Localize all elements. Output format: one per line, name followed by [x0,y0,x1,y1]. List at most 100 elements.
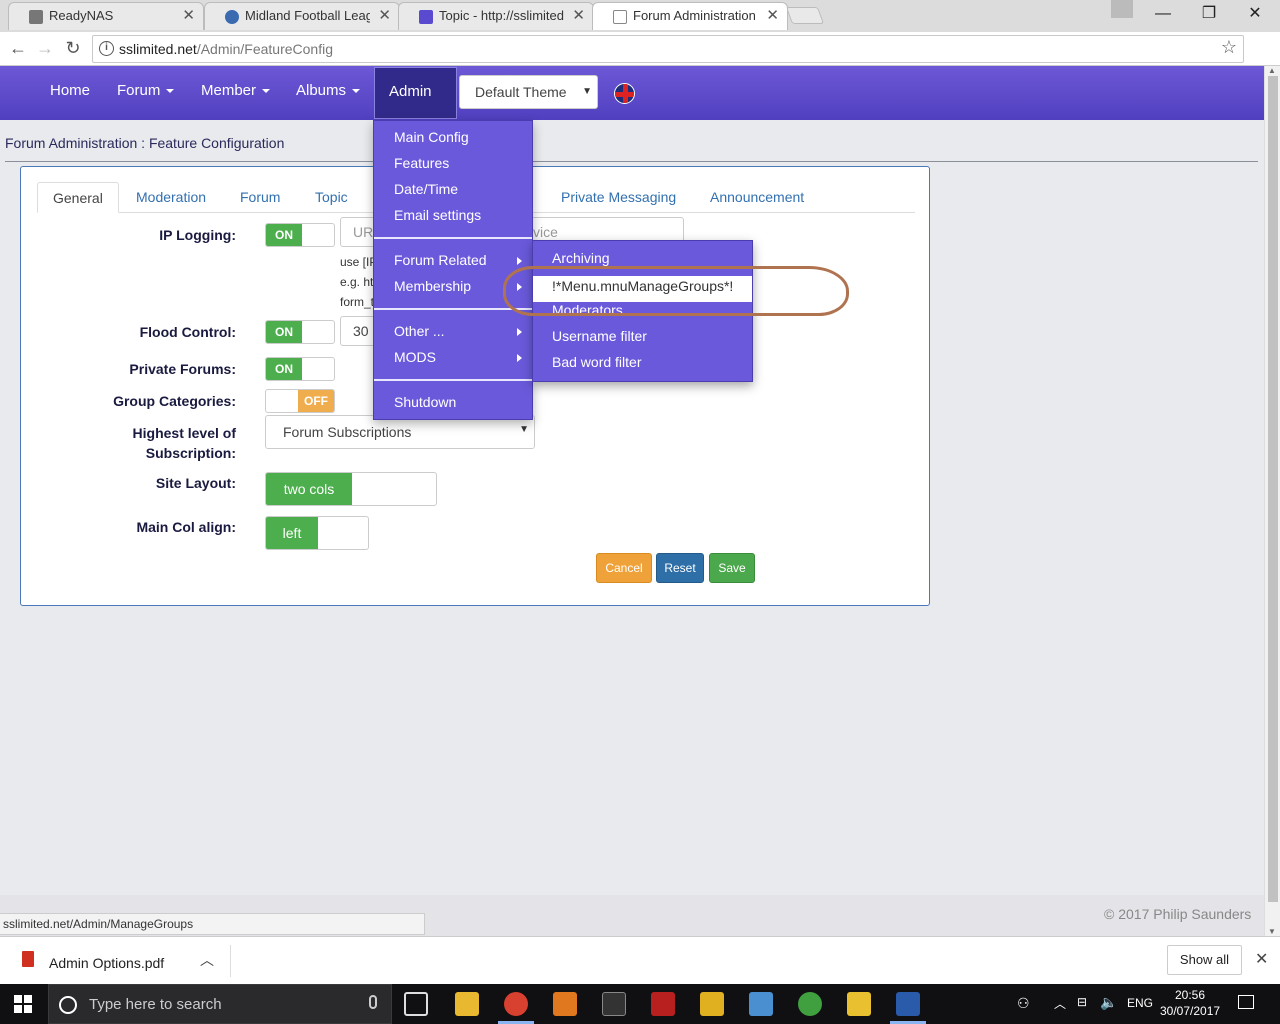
input-placeholder: vice [533,224,558,240]
app-icon[interactable] [798,992,822,1016]
forward-icon[interactable]: → [33,37,57,61]
submenu-arrow-icon [517,257,522,265]
site-layout-label: Site Layout: [155,475,236,491]
ip-logging-toggle[interactable]: ON [265,223,335,247]
menu-item-features[interactable]: Features [394,155,449,171]
nav-home[interactable]: Home [50,66,90,120]
windows-start-icon[interactable] [14,995,32,1013]
language-indicator[interactable]: ENG [1127,996,1153,1010]
show-all-button[interactable]: Show all [1167,945,1242,975]
back-icon[interactable]: ← [6,37,30,61]
volume-icon[interactable]: 🔈 [1100,994,1117,1011]
menu-item-shutdown[interactable]: Shutdown [394,394,456,410]
chevron-up-icon[interactable]: ︿ [1054,995,1066,1012]
network-icon[interactable]: ⊟ [1077,995,1087,1009]
private-forums-toggle[interactable]: ON [265,357,335,381]
menu-divider [374,237,532,239]
chrome-icon[interactable] [504,992,528,1016]
app-icon[interactable] [847,992,871,1016]
reset-button[interactable]: Reset [656,553,704,583]
notifications-icon[interactable] [1238,995,1254,1009]
menu-item-username-filter[interactable]: Username filter [552,328,647,344]
menu-item-email-settings[interactable]: Email settings [394,207,481,223]
nav-forum[interactable]: Forum [117,66,175,120]
select-arrow-icon: ▼ [519,424,529,435]
cancel-button[interactable]: Cancel [596,553,652,583]
scroll-down-icon[interactable]: ▼ [1268,927,1276,936]
close-download-bar-icon[interactable]: ✕ [1255,949,1268,969]
tab-announcement[interactable]: Announcement [695,182,819,213]
save-button[interactable]: Save [709,553,755,583]
taskbar-search[interactable]: Type here to search [48,984,392,1024]
info-icon[interactable]: i [99,41,114,56]
browser-tab[interactable]: Midland Football League ✕ [204,2,400,30]
scroll-up-icon[interactable]: ▲ [1268,66,1276,75]
caret-down-icon [352,89,361,94]
browser-tab-active[interactable]: Forum Administration : F ✕ [592,2,788,30]
tab-general[interactable]: General [37,182,119,213]
bookmark-star-icon[interactable]: ☆ [1221,37,1237,58]
app-icon[interactable] [749,992,773,1016]
chevron-up-icon[interactable]: ︿ [200,950,214,970]
close-tab-icon[interactable]: ✕ [378,3,391,29]
task-view-icon[interactable] [404,992,428,1016]
nav-admin[interactable]: Admin [374,67,457,119]
clock-date: 30/07/2017 [1160,1004,1221,1018]
highest-subscription-select[interactable]: Forum Subscriptions ▼ [265,415,535,449]
microphone-icon[interactable] [369,995,377,1009]
toggle-on-state: ON [266,321,302,343]
app-icon[interactable] [700,992,724,1016]
divider [230,945,231,977]
site-layout-toggle[interactable]: two cols [265,472,437,506]
divider [5,161,1258,162]
language-flag-icon[interactable] [614,83,635,104]
menu-item-forum-related[interactable]: Forum Related [394,252,487,268]
menu-item-bad-word-filter[interactable]: Bad word filter [552,354,641,370]
admin-dropdown-menu: Main Config Features Date/Time Email set… [373,120,533,420]
main-col-align-label: Main Col align: [136,519,236,535]
tab-private-messaging[interactable]: Private Messaging [546,182,691,213]
group-categories-toggle[interactable]: OFF [265,389,335,413]
restore-icon[interactable]: ❐ [1186,0,1232,28]
minimize-icon[interactable]: — [1140,0,1186,28]
address-bar[interactable]: i sslimited.net/Admin/FeatureConfig ☆ [92,35,1244,63]
file-explorer-icon[interactable] [455,992,479,1016]
menu-item-date-time[interactable]: Date/Time [394,181,458,197]
new-tab-button[interactable] [785,7,825,24]
word-icon[interactable] [896,992,920,1016]
browser-tab[interactable]: ReadyNAS ✕ [8,2,204,30]
menu-item-archiving[interactable]: Archiving [552,250,610,266]
select-arrow-icon: ▼ [582,86,592,97]
profile-icon[interactable] [1111,0,1133,18]
terminal-icon[interactable] [602,992,626,1016]
submenu-arrow-icon [517,328,522,336]
tab-title: ReadyNAS [49,8,114,23]
close-tab-icon[interactable]: ✕ [572,3,585,29]
menu-item-mods[interactable]: MODS [394,349,436,365]
people-icon[interactable]: ⚇ [1017,995,1030,1012]
menu-item-other[interactable]: Other ... [394,323,445,339]
nav-member[interactable]: Member [201,66,271,120]
download-file-name[interactable]: Admin Options.pdf [49,955,164,971]
theme-select[interactable]: Default Theme ▼ [459,75,598,109]
reload-icon[interactable]: ↻ [61,37,85,61]
clock[interactable]: 20:56 30/07/2017 [1160,987,1220,1019]
browser-tab[interactable]: Topic - http://sslimited.n ✕ [398,2,594,30]
filezilla-icon[interactable] [651,992,675,1016]
tab-forum[interactable]: Forum [225,182,295,213]
tab-topic[interactable]: Topic [300,182,363,213]
nav-albums[interactable]: Albums [296,66,361,120]
main-col-align-toggle[interactable]: left [265,516,369,550]
menu-item-membership[interactable]: Membership [394,278,471,294]
menu-item-main-config[interactable]: Main Config [394,129,469,145]
tab-favicon-icon [29,10,43,24]
close-tab-icon[interactable]: ✕ [182,3,195,29]
close-window-icon[interactable]: ✕ [1232,0,1278,28]
app-icon[interactable] [553,992,577,1016]
scrollbar-thumb[interactable] [1268,76,1278,902]
tab-moderation[interactable]: Moderation [121,182,221,213]
page-scrollbar[interactable]: ▲ ▼ [1264,66,1280,936]
close-tab-icon[interactable]: ✕ [766,3,779,29]
annotation-ellipse [503,266,849,316]
flood-control-toggle[interactable]: ON [265,320,335,344]
